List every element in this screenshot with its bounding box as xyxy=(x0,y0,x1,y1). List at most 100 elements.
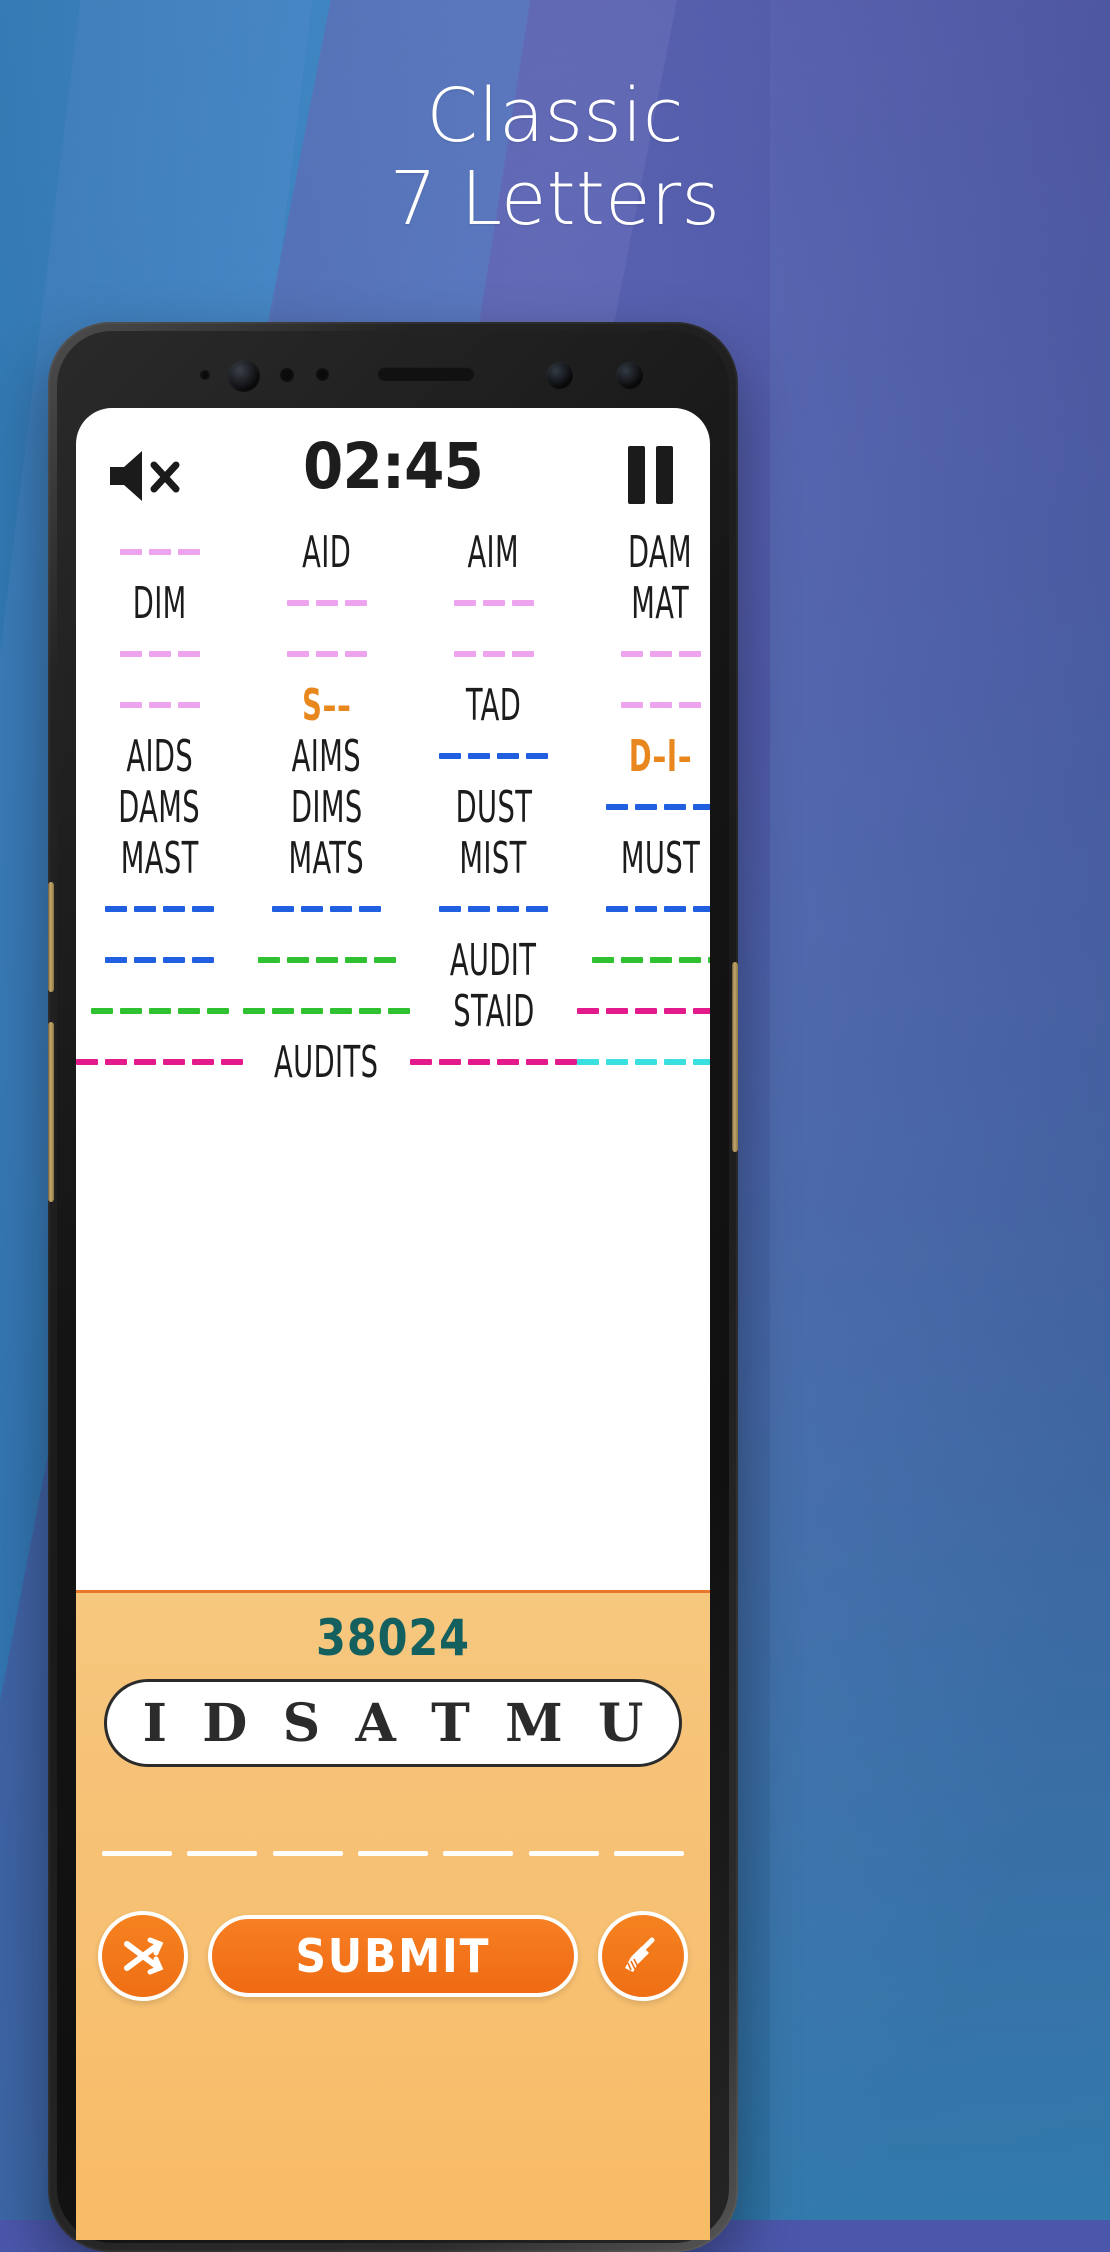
found-word-text: AUDIT xyxy=(450,934,537,985)
letter-dash xyxy=(148,1007,171,1014)
headline-line-1: Classic xyxy=(426,73,684,159)
letter-dash xyxy=(177,650,200,657)
rack-letter-tile[interactable]: T xyxy=(431,1693,470,1754)
found-word-text: DIMS xyxy=(290,781,363,832)
partial-word-hint: S–– xyxy=(243,679,410,730)
answer-slot[interactable] xyxy=(528,1850,599,1856)
unfound-word-placeholder xyxy=(76,679,243,730)
unfound-word-placeholder xyxy=(76,934,243,985)
letter-dash xyxy=(148,701,171,708)
letter-dash xyxy=(410,1058,432,1065)
rack-letter-tile[interactable]: A xyxy=(355,1693,395,1754)
letter-dash xyxy=(635,803,657,810)
letter-dash xyxy=(163,1058,185,1065)
letter-dash xyxy=(555,1058,577,1065)
dash-group xyxy=(272,905,381,912)
phone-button-volume-up xyxy=(48,882,54,992)
letter-dash xyxy=(649,650,672,657)
letter-dash xyxy=(482,599,505,606)
unfound-word-placeholder xyxy=(577,985,710,1036)
answer-slots[interactable] xyxy=(102,1845,684,1861)
letter-dash xyxy=(620,701,643,708)
found-word-text: AIM xyxy=(467,526,520,577)
letter-dash xyxy=(693,905,710,912)
mute-button[interactable] xyxy=(106,446,192,506)
dash-group xyxy=(577,1058,710,1065)
letter-dash xyxy=(177,548,200,555)
letter-dash xyxy=(344,650,367,657)
pause-icon xyxy=(628,446,645,504)
letter-dash xyxy=(119,650,142,657)
rack-letter-tile[interactable]: D xyxy=(202,1693,247,1754)
unfound-word-placeholder xyxy=(577,934,710,985)
letter-dash xyxy=(707,956,710,963)
found-word: MIST xyxy=(410,832,577,883)
phone-mockup: 02:45 DIM AIDS DAMS MAST AID S–– AIMS DIMS MATS A… xyxy=(48,322,738,2252)
rack-letter-tile[interactable]: M xyxy=(505,1693,563,1754)
dash-group xyxy=(410,1058,577,1065)
letter-dash xyxy=(606,1058,628,1065)
letter-dash xyxy=(163,905,185,912)
letter-dash xyxy=(359,1007,381,1014)
letter-dash xyxy=(388,1007,410,1014)
letter-dash xyxy=(635,1007,657,1014)
found-word: DAM xyxy=(577,526,710,577)
answer-slot[interactable] xyxy=(613,1850,684,1856)
answer-slot[interactable] xyxy=(357,1850,428,1856)
letter-dash xyxy=(301,905,323,912)
letter-dash xyxy=(76,1058,98,1065)
speaker-mute-icon xyxy=(110,451,180,501)
found-word: AIDS xyxy=(76,730,243,781)
dash-group xyxy=(76,1058,243,1065)
rack-letter-tile[interactable]: U xyxy=(598,1693,643,1754)
pause-button[interactable] xyxy=(616,442,686,508)
answer-slot[interactable] xyxy=(443,1850,514,1856)
letter-dash xyxy=(315,599,338,606)
answer-slot[interactable] xyxy=(102,1850,172,1856)
rack-letter-tile[interactable]: I xyxy=(143,1693,167,1754)
clear-button[interactable] xyxy=(598,1911,688,2001)
submit-button[interactable]: SUBMIT xyxy=(208,1915,578,1997)
dash-group xyxy=(119,701,200,708)
rack-letter-tile[interactable]: S xyxy=(283,1693,321,1754)
letter-dash xyxy=(192,1058,214,1065)
letter-dash xyxy=(163,956,185,963)
found-word: MATS xyxy=(243,832,410,883)
letter-dash xyxy=(439,905,461,912)
dash-group xyxy=(591,956,710,963)
answer-slot[interactable] xyxy=(187,1850,258,1856)
broom-icon xyxy=(625,1937,655,1972)
letter-dash xyxy=(301,1007,323,1014)
unfound-word-placeholder xyxy=(76,628,243,679)
found-word-text: AIDS xyxy=(126,730,193,781)
partial-word-text: D–I– xyxy=(628,730,693,781)
unfound-word-placeholder xyxy=(410,883,577,934)
letter-rack[interactable]: IDSATMU xyxy=(104,1679,682,1767)
word-grid-column: AIM TAD DUST MIST AUDIT STAID xyxy=(410,526,577,1486)
letter-dash xyxy=(177,1007,200,1014)
answer-slot[interactable] xyxy=(272,1850,343,1856)
letter-dash xyxy=(105,1058,127,1065)
dash-group xyxy=(105,956,214,963)
letter-dash xyxy=(591,956,614,963)
found-word-text: AUDITS xyxy=(274,1036,379,1087)
unfound-word-placeholder xyxy=(76,1036,243,1087)
dash-group xyxy=(243,1007,410,1014)
dash-group xyxy=(119,548,200,555)
unfound-word-placeholder xyxy=(243,934,410,985)
letter-dash xyxy=(373,956,396,963)
unfound-word-placeholder xyxy=(76,526,243,577)
found-word-text: DAM xyxy=(628,526,693,577)
unfound-word-placeholder xyxy=(410,730,577,781)
shuffle-button[interactable] xyxy=(98,1911,188,2001)
dash-group xyxy=(439,905,548,912)
letter-dash xyxy=(693,803,710,810)
unfound-word-placeholder xyxy=(76,985,243,1036)
phone-button-power xyxy=(732,962,738,1152)
partial-word-text: S–– xyxy=(301,679,352,730)
letter-dash xyxy=(511,599,534,606)
found-word: AIM xyxy=(410,526,577,577)
letter-dash xyxy=(678,956,701,963)
letter-dash xyxy=(286,599,309,606)
found-word-text: TAD xyxy=(465,679,522,730)
